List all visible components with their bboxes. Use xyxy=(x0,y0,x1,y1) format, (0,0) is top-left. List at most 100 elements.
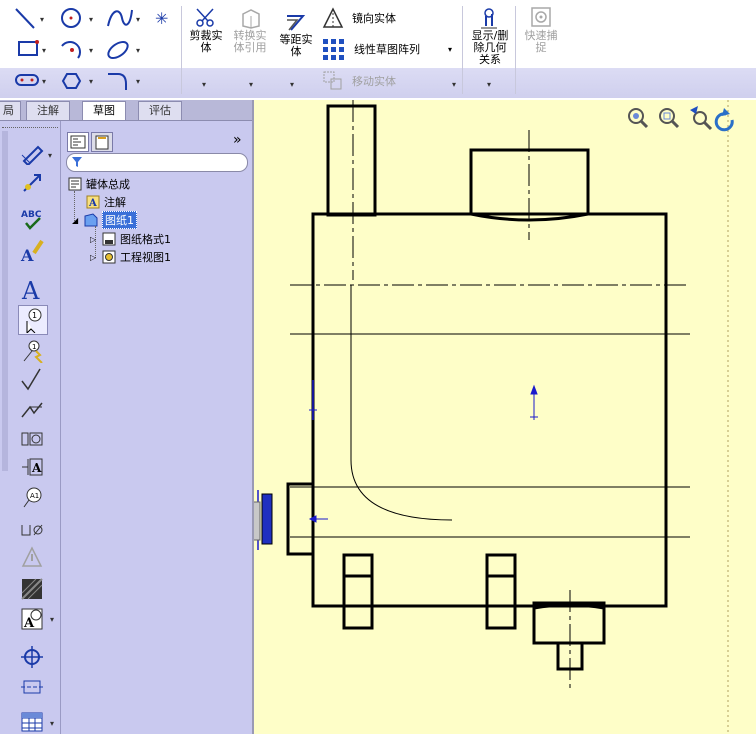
sheet-format-icon xyxy=(102,232,116,246)
ribbon-separator xyxy=(462,6,463,94)
move-entities-icon xyxy=(323,71,342,90)
move-label: 移动实体 xyxy=(352,75,396,88)
tab-sketch[interactable]: 草图 xyxy=(82,101,126,120)
chevron-down-icon[interactable]: ▾ xyxy=(50,615,54,624)
quick-snaps-button[interactable]: 快速捕 捉 xyxy=(518,6,564,54)
linear-sketch-pattern-button[interactable]: 线性草图阵列 ▾ xyxy=(322,38,452,60)
chevron-down-icon[interactable]: ▾ xyxy=(290,80,294,89)
line-icon[interactable] xyxy=(15,8,35,29)
chevron-down-icon[interactable]: ▾ xyxy=(249,80,253,89)
drawing-document-icon xyxy=(68,177,82,191)
edge-lines xyxy=(290,285,690,538)
slot-icon[interactable] xyxy=(15,74,39,86)
quick-snap-icon xyxy=(531,7,551,27)
sketch-tools-group: ▾ ▾ ▾ ✳ ▾ ▾ ▾ ▾ ▾ ▾ xyxy=(15,8,168,90)
svg-text:▾: ▾ xyxy=(136,77,140,86)
balloon-icon[interactable]: 1 xyxy=(18,305,48,335)
rebuild-icon[interactable] xyxy=(714,108,734,132)
tab-evaluate[interactable]: 评估 xyxy=(138,101,182,120)
svg-text:▾: ▾ xyxy=(42,46,46,55)
convert-label: 转换实 体引用 xyxy=(233,29,267,54)
center-mark-icon[interactable] xyxy=(18,643,46,671)
tab-layout[interactable]: 局 xyxy=(0,101,21,120)
drawing-sheet-canvas[interactable] xyxy=(252,100,756,734)
tree-item-drawing-view[interactable]: ▷ 工程视图1 xyxy=(90,249,171,265)
chevron-down-icon[interactable]: ▾ xyxy=(202,80,206,89)
convert-entities-button[interactable]: 转换实 体引用 xyxy=(229,6,271,54)
mirror-entities-button[interactable]: 镜向实体 xyxy=(322,7,396,29)
command-manager-ribbon: ▾ ▾ ▾ ✳ ▾ ▾ ▾ ▾ ▾ ▾ 剪裁实 体 转换实 体引用 等距实 体 … xyxy=(0,0,756,98)
previous-view-icon[interactable] xyxy=(690,106,713,131)
annotations-folder-icon: A xyxy=(86,195,100,209)
move-entities-button[interactable]: 移动实体 xyxy=(322,70,396,92)
rectangle-icon[interactable] xyxy=(18,40,39,56)
geometric-tolerance-icon[interactable]: A xyxy=(18,453,46,481)
circle-icon[interactable] xyxy=(61,8,81,28)
tree-item-annotations[interactable]: A 注解 xyxy=(86,194,126,210)
feature-manager-tab[interactable] xyxy=(67,132,89,152)
surface-finish-icon[interactable] xyxy=(18,365,46,393)
chevron-down-icon[interactable]: ▾ xyxy=(487,80,491,89)
datum-target-icon[interactable]: A1 xyxy=(18,483,46,511)
chevron-down-icon[interactable]: ▾ xyxy=(50,719,54,728)
part-outline xyxy=(286,104,668,671)
annotation-toolbar: ▾ ABC A A 1 1 A A1 A ▾ ▾ xyxy=(0,121,61,734)
ribbon-separator xyxy=(181,6,182,94)
collapse-triangle-icon[interactable]: ◢ xyxy=(72,216,80,225)
block-icon[interactable]: A xyxy=(18,605,46,633)
tree-item-sheet[interactable]: ◢ 图纸1 xyxy=(72,211,137,229)
spell-check-icon[interactable]: ABC xyxy=(18,205,46,233)
chevron-down-icon[interactable]: ▾ xyxy=(452,80,456,89)
offset-entities-button[interactable]: 等距实 体 xyxy=(275,12,317,58)
ellipse-icon[interactable] xyxy=(106,39,131,61)
linear-pattern-icon xyxy=(323,39,344,60)
trim-entities-button[interactable]: 剪裁实 体 xyxy=(185,6,227,54)
toolbar-grip[interactable] xyxy=(2,127,58,130)
expand-triangle-icon[interactable]: ▷ xyxy=(90,253,98,262)
drawing-view-geometry xyxy=(254,100,734,734)
svg-text:▾: ▾ xyxy=(42,77,46,86)
arc-icon[interactable] xyxy=(61,41,81,59)
note-icon[interactable]: A xyxy=(18,275,46,303)
svg-text:A: A xyxy=(31,461,42,475)
linear-pattern-label: 线性草图阵列 xyxy=(354,43,420,56)
property-manager-tab[interactable] xyxy=(91,132,113,152)
tree-label: 注解 xyxy=(104,196,126,209)
display-delete-relations-button[interactable]: 显示/删 除几何 关系 xyxy=(466,6,514,66)
feature-filter-input[interactable] xyxy=(66,153,248,172)
zoom-to-fit-icon[interactable] xyxy=(628,108,649,129)
tab-annotation[interactable]: 注解 xyxy=(26,101,70,120)
sketch-relation-markers xyxy=(257,380,538,550)
fillet-icon[interactable] xyxy=(108,73,127,90)
weld-symbol-icon[interactable] xyxy=(18,395,46,423)
format-painter-icon[interactable]: A xyxy=(18,237,46,265)
ribbon-separator xyxy=(515,6,516,94)
svg-text:▾: ▾ xyxy=(89,15,93,24)
zoom-to-area-icon[interactable] xyxy=(659,108,680,129)
tree-item-sheet-format[interactable]: ▷ 图纸格式1 xyxy=(90,231,171,247)
chevron-down-icon[interactable]: ▾ xyxy=(48,151,52,160)
auto-balloon-icon[interactable]: 1 xyxy=(18,337,46,365)
chevron-down-icon[interactable]: ▾ xyxy=(448,45,452,54)
tree-label: 罐体总成 xyxy=(86,178,130,191)
expand-panel-icon[interactable]: » xyxy=(233,132,242,148)
polygon-icon[interactable] xyxy=(61,73,82,89)
spline-icon[interactable] xyxy=(107,9,133,27)
datum-feature-icon[interactable] xyxy=(18,515,46,543)
smart-dimension-icon[interactable] xyxy=(18,139,46,167)
toolbar-grip-bar[interactable] xyxy=(2,131,8,471)
table-icon[interactable] xyxy=(18,707,46,735)
hole-callout-icon[interactable] xyxy=(18,425,46,453)
svg-text:▾: ▾ xyxy=(89,77,93,86)
trim-label: 剪裁实 体 xyxy=(189,29,223,54)
cosmetic-thread-icon[interactable] xyxy=(18,543,46,571)
expand-triangle-icon[interactable]: ▷ xyxy=(90,235,98,244)
model-items-icon[interactable] xyxy=(18,169,46,197)
centerline-icon[interactable] xyxy=(18,673,46,701)
area-hatch-icon[interactable] xyxy=(18,575,46,603)
svg-text:▾: ▾ xyxy=(40,15,44,24)
tree-item-root[interactable]: 罐体总成 xyxy=(68,176,130,192)
filter-icon xyxy=(72,157,82,167)
sheet-icon xyxy=(84,213,98,227)
point-icon[interactable]: ✳ xyxy=(155,9,168,28)
